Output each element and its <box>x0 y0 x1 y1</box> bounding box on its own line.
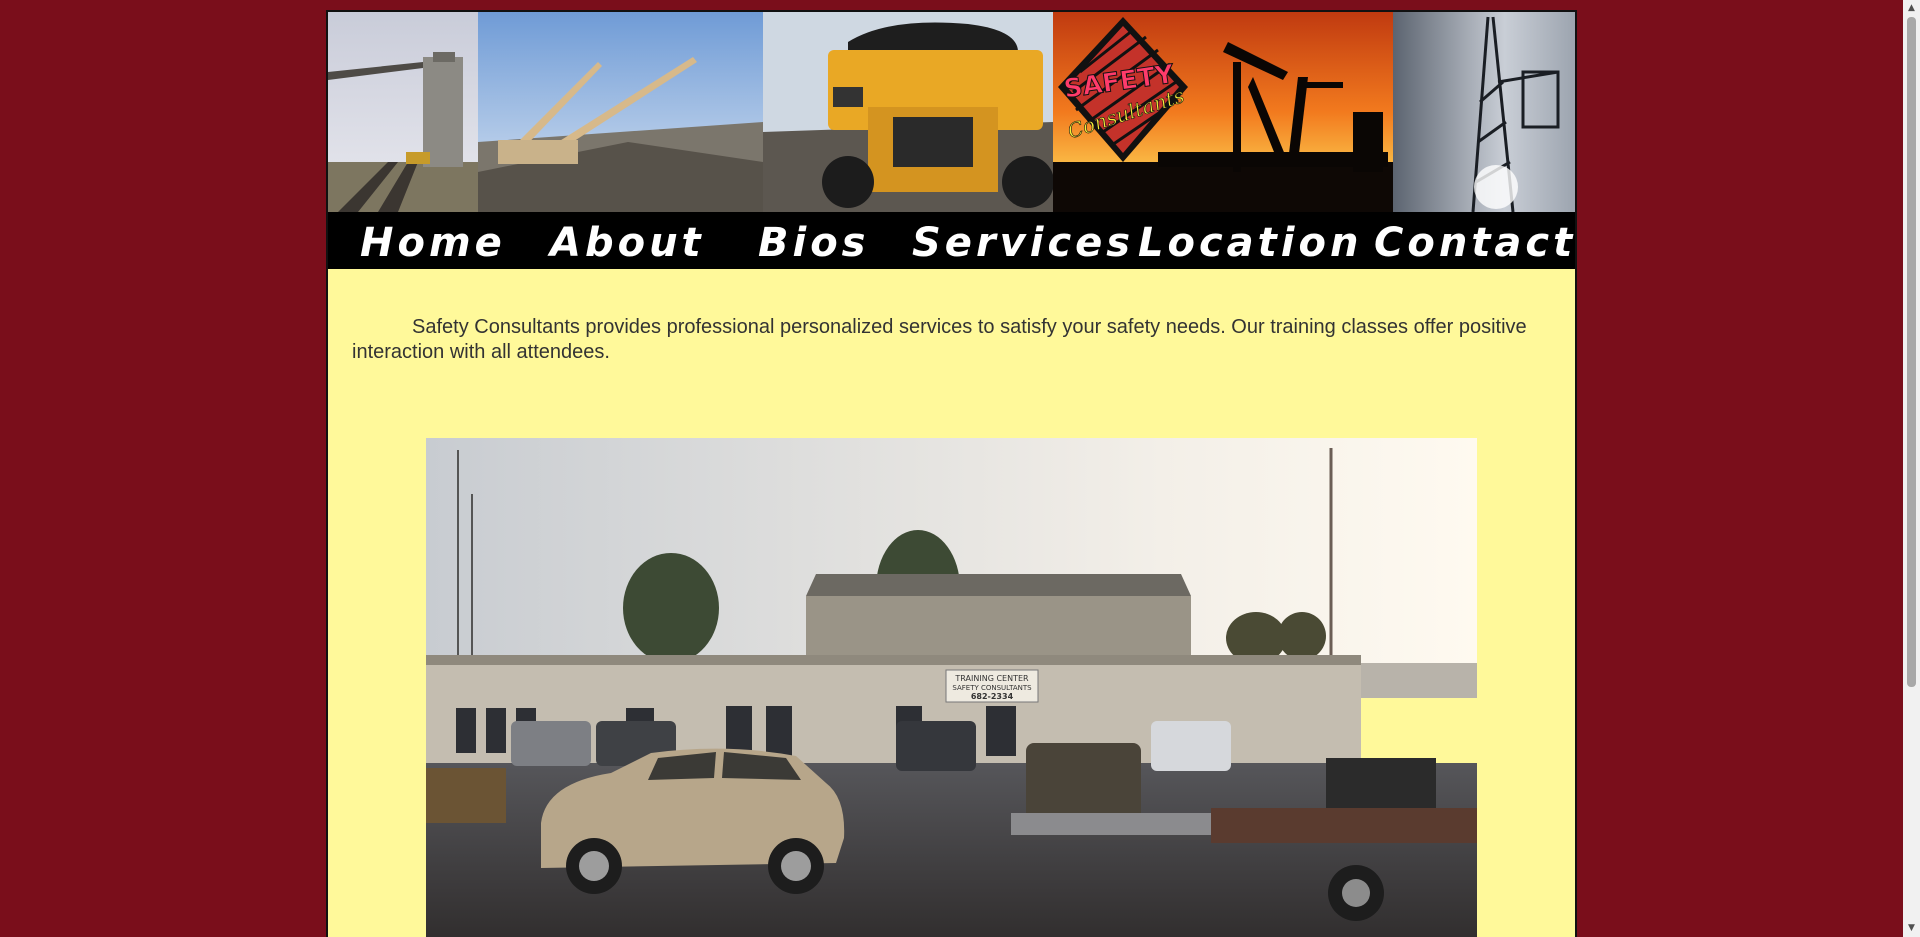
nav-contact[interactable]: Contact <box>1374 220 1575 266</box>
page-scrollbar[interactable]: ▲ ▼ <box>1903 0 1920 937</box>
nav-services[interactable]: Services <box>912 220 1134 266</box>
sign-line3: 682-2334 <box>971 692 1014 701</box>
page-container: SAFETY Consultants Home About Bios Servi… <box>326 10 1577 937</box>
nav-about[interactable]: About <box>550 220 705 266</box>
triangle-up-icon[interactable]: ▲ <box>1903 0 1920 17</box>
header-banner: SAFETY Consultants <box>328 12 1575 212</box>
sign-line2: SAFETY CONSULTANTS <box>952 684 1032 692</box>
scrollbar-thumb[interactable] <box>1907 17 1916 687</box>
main-nav: Home About Bios Services Location Contac… <box>328 212 1575 269</box>
triangle-down-icon[interactable]: ▼ <box>1903 920 1920 937</box>
nav-location[interactable]: Location <box>1138 220 1362 266</box>
intro-paragraph: Safety Consultants provides professional… <box>352 316 1527 363</box>
nav-bios[interactable]: Bios <box>758 220 870 266</box>
banner-collage-image: SAFETY Consultants <box>328 12 1575 212</box>
nav-home[interactable]: Home <box>360 220 506 266</box>
training-center-photo: TRAINING CENTER SAFETY CONSULTANTS 682-2… <box>426 438 1477 937</box>
sign-line1: TRAINING CENTER <box>954 674 1029 683</box>
training-center-image: TRAINING CENTER SAFETY CONSULTANTS 682-2… <box>426 438 1477 937</box>
